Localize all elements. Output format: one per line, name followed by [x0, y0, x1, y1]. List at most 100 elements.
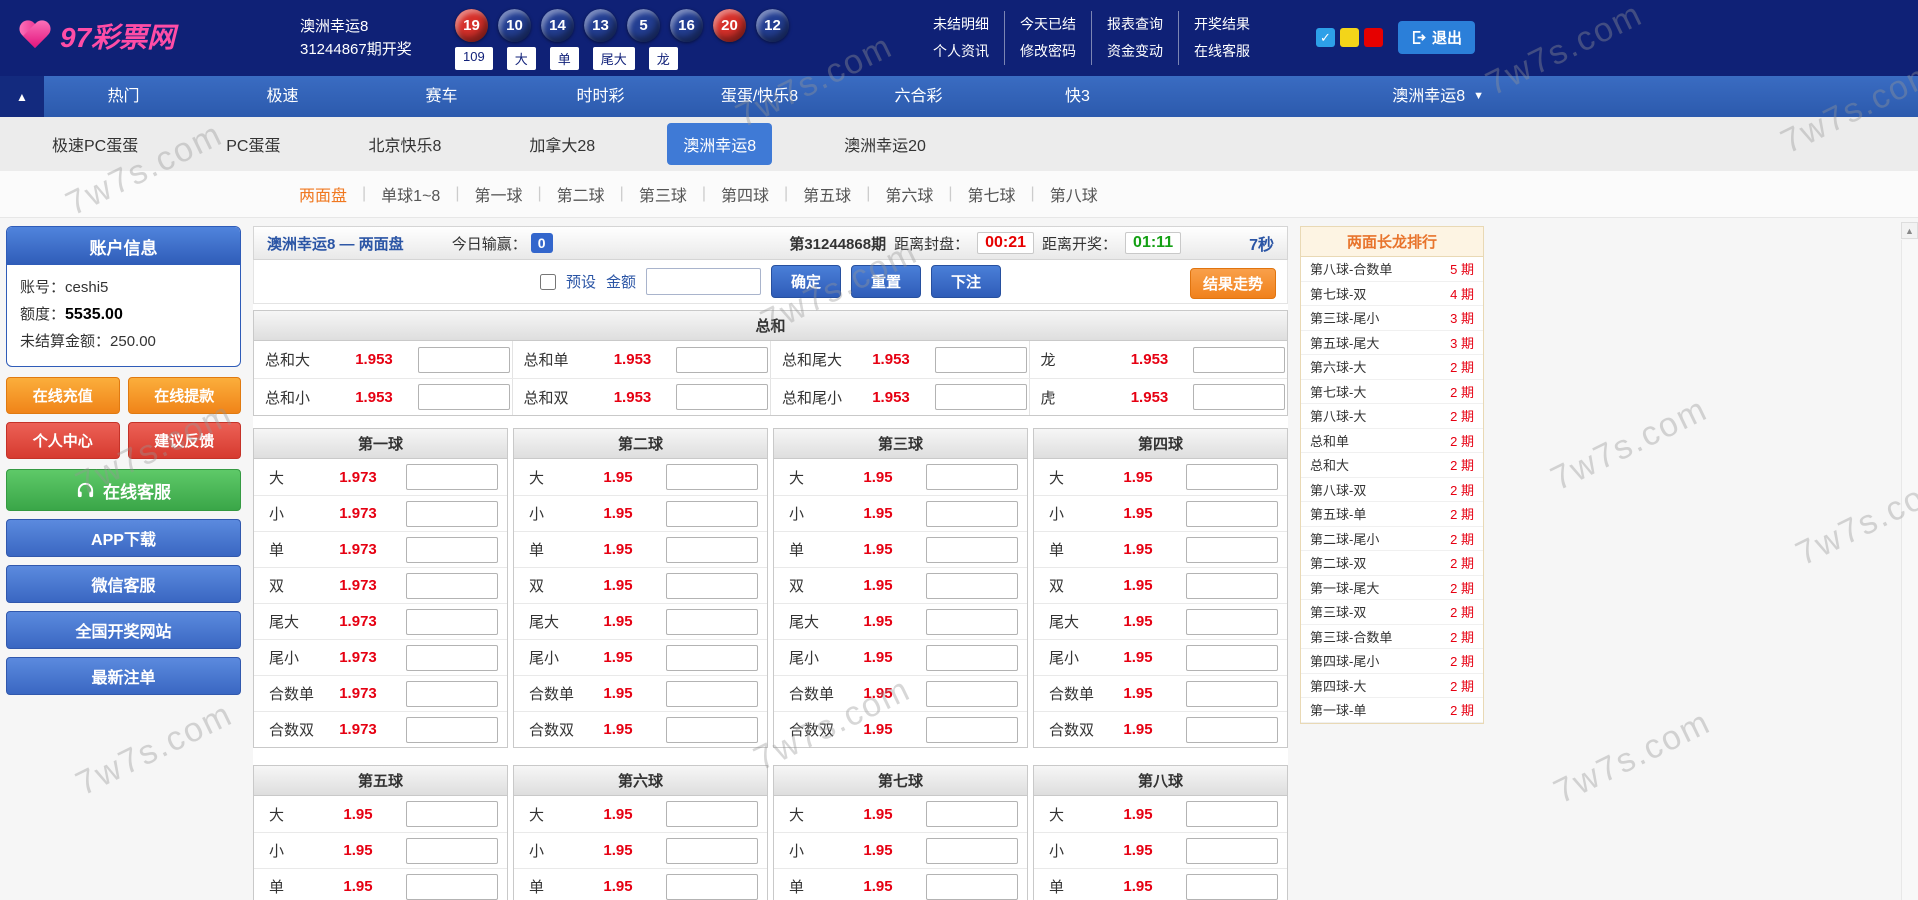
- theme-square-red[interactable]: [1364, 28, 1383, 47]
- bet-amount-input[interactable]: [405, 644, 498, 671]
- header-link[interactable]: 今天已结: [1020, 11, 1092, 38]
- nav-item[interactable]: 热门: [44, 76, 203, 117]
- sidebar-button[interactable]: APP下载: [6, 519, 241, 557]
- bet-amount-input[interactable]: [405, 572, 498, 599]
- site-logo[interactable]: 97彩票网: [18, 16, 175, 56]
- header-link[interactable]: 未结明细: [933, 11, 1005, 38]
- subnav-item[interactable]: PC蛋蛋: [210, 123, 296, 165]
- theme-square-blue[interactable]: ✓: [1316, 28, 1335, 47]
- reset-button[interactable]: 重置: [851, 265, 922, 298]
- bet-button[interactable]: 下注: [931, 265, 1002, 298]
- bet-amount-input[interactable]: [925, 873, 1018, 900]
- bet-amount-input[interactable]: [676, 346, 769, 373]
- bet-amount-input[interactable]: [665, 680, 758, 707]
- bet-amount-input[interactable]: [405, 716, 498, 743]
- bet-amount-input[interactable]: [1193, 346, 1286, 373]
- header-link[interactable]: 个人资讯: [933, 38, 1005, 65]
- tab-item[interactable]: 第八球: [1035, 182, 1113, 206]
- bet-amount-input[interactable]: [665, 536, 758, 563]
- bet-amount-input[interactable]: [1185, 716, 1278, 743]
- subnav-item[interactable]: 极速PC蛋蛋: [36, 123, 154, 165]
- nav-item[interactable]: 快3: [998, 76, 1157, 117]
- sidebar-button[interactable]: 个人中心: [6, 422, 120, 459]
- confirm-button[interactable]: 确定: [770, 265, 841, 298]
- amount-input[interactable]: [645, 268, 761, 295]
- bet-amount-input[interactable]: [925, 500, 1018, 527]
- scrollbar-up-arrow[interactable]: ▲: [1901, 222, 1918, 239]
- scrollbar[interactable]: [1901, 240, 1918, 900]
- bet-amount-input[interactable]: [676, 384, 769, 410]
- bet-amount-input[interactable]: [934, 384, 1027, 410]
- tab-item[interactable]: 第六球: [870, 182, 948, 206]
- tab-item[interactable]: 第五球: [788, 182, 866, 206]
- bet-amount-input[interactable]: [1185, 608, 1278, 635]
- bet-amount-input[interactable]: [934, 346, 1027, 373]
- nav-item[interactable]: 时时彩: [521, 76, 680, 117]
- bet-amount-input[interactable]: [665, 644, 758, 671]
- bet-amount-input[interactable]: [405, 801, 498, 827]
- bet-amount-input[interactable]: [405, 680, 498, 707]
- bet-amount-input[interactable]: [925, 464, 1018, 490]
- bet-amount-input[interactable]: [925, 801, 1018, 827]
- subnav-item[interactable]: 北京快乐8: [352, 123, 457, 165]
- bet-amount-input[interactable]: [925, 680, 1018, 707]
- sidebar-button[interactable]: 在线提款: [127, 377, 241, 414]
- bet-amount-input[interactable]: [405, 500, 498, 527]
- bet-amount-input[interactable]: [405, 464, 498, 490]
- bet-amount-input[interactable]: [665, 500, 758, 527]
- nav-item[interactable]: 蛋蛋/快乐8: [680, 76, 839, 117]
- bet-amount-input[interactable]: [417, 346, 510, 373]
- bet-amount-input[interactable]: [1185, 680, 1278, 707]
- online-service-button[interactable]: 在线客服: [6, 469, 241, 511]
- tab-item[interactable]: 两面盘: [284, 182, 362, 206]
- tab-item[interactable]: 第三球: [624, 182, 702, 206]
- tab-item[interactable]: 第一球: [459, 182, 537, 206]
- bet-amount-input[interactable]: [665, 572, 758, 599]
- nav-collapse-button[interactable]: ▲: [0, 76, 44, 117]
- bet-amount-input[interactable]: [405, 837, 498, 864]
- sidebar-button[interactable]: 建议反馈: [127, 422, 241, 459]
- subnav-item[interactable]: 澳洲幸运8: [667, 123, 773, 165]
- nav-item[interactable]: 赛车: [362, 76, 521, 117]
- bet-amount-input[interactable]: [1185, 464, 1278, 490]
- bet-amount-input[interactable]: [417, 384, 510, 410]
- header-link[interactable]: 开奖结果: [1194, 11, 1250, 38]
- tab-item[interactable]: 第七球: [953, 182, 1031, 206]
- header-link[interactable]: 资金变动: [1107, 38, 1179, 65]
- bet-amount-input[interactable]: [665, 608, 758, 635]
- header-link[interactable]: 报表查询: [1107, 11, 1179, 38]
- bet-amount-input[interactable]: [665, 716, 758, 743]
- bet-amount-input[interactable]: [665, 464, 758, 490]
- current-lottery-selector[interactable]: 澳洲幸运8 ▼: [1392, 76, 1484, 117]
- bet-amount-input[interactable]: [1185, 644, 1278, 671]
- nav-item[interactable]: 极速: [203, 76, 362, 117]
- bet-amount-input[interactable]: [665, 873, 758, 900]
- bet-amount-input[interactable]: [405, 873, 498, 900]
- header-link[interactable]: 修改密码: [1020, 38, 1092, 65]
- tab-item[interactable]: 第四球: [706, 182, 784, 206]
- bet-amount-input[interactable]: [1185, 572, 1278, 599]
- sidebar-button[interactable]: 微信客服: [6, 565, 241, 603]
- bet-amount-input[interactable]: [925, 837, 1018, 864]
- bet-amount-input[interactable]: [1185, 500, 1278, 527]
- bet-amount-input[interactable]: [925, 572, 1018, 599]
- bet-amount-input[interactable]: [1193, 384, 1286, 410]
- nav-item[interactable]: 六合彩: [839, 76, 998, 117]
- bet-amount-input[interactable]: [925, 536, 1018, 563]
- bet-amount-input[interactable]: [925, 716, 1018, 743]
- bet-amount-input[interactable]: [405, 536, 498, 563]
- tab-item[interactable]: 单球1~8: [366, 182, 455, 206]
- sidebar-button[interactable]: 在线充值: [6, 377, 120, 414]
- bet-amount-input[interactable]: [1185, 837, 1278, 864]
- subnav-item[interactable]: 加拿大28: [513, 123, 611, 165]
- bet-amount-input[interactable]: [665, 801, 758, 827]
- theme-square-yellow[interactable]: [1340, 28, 1359, 47]
- sidebar-button[interactable]: 全国开奖网站: [6, 611, 241, 649]
- bet-amount-input[interactable]: [1185, 801, 1278, 827]
- tab-item[interactable]: 第二球: [542, 182, 620, 206]
- bet-amount-input[interactable]: [665, 837, 758, 864]
- bet-amount-input[interactable]: [925, 608, 1018, 635]
- preset-checkbox[interactable]: [539, 273, 556, 290]
- sidebar-button[interactable]: 最新注单: [6, 657, 241, 695]
- bet-amount-input[interactable]: [1185, 873, 1278, 900]
